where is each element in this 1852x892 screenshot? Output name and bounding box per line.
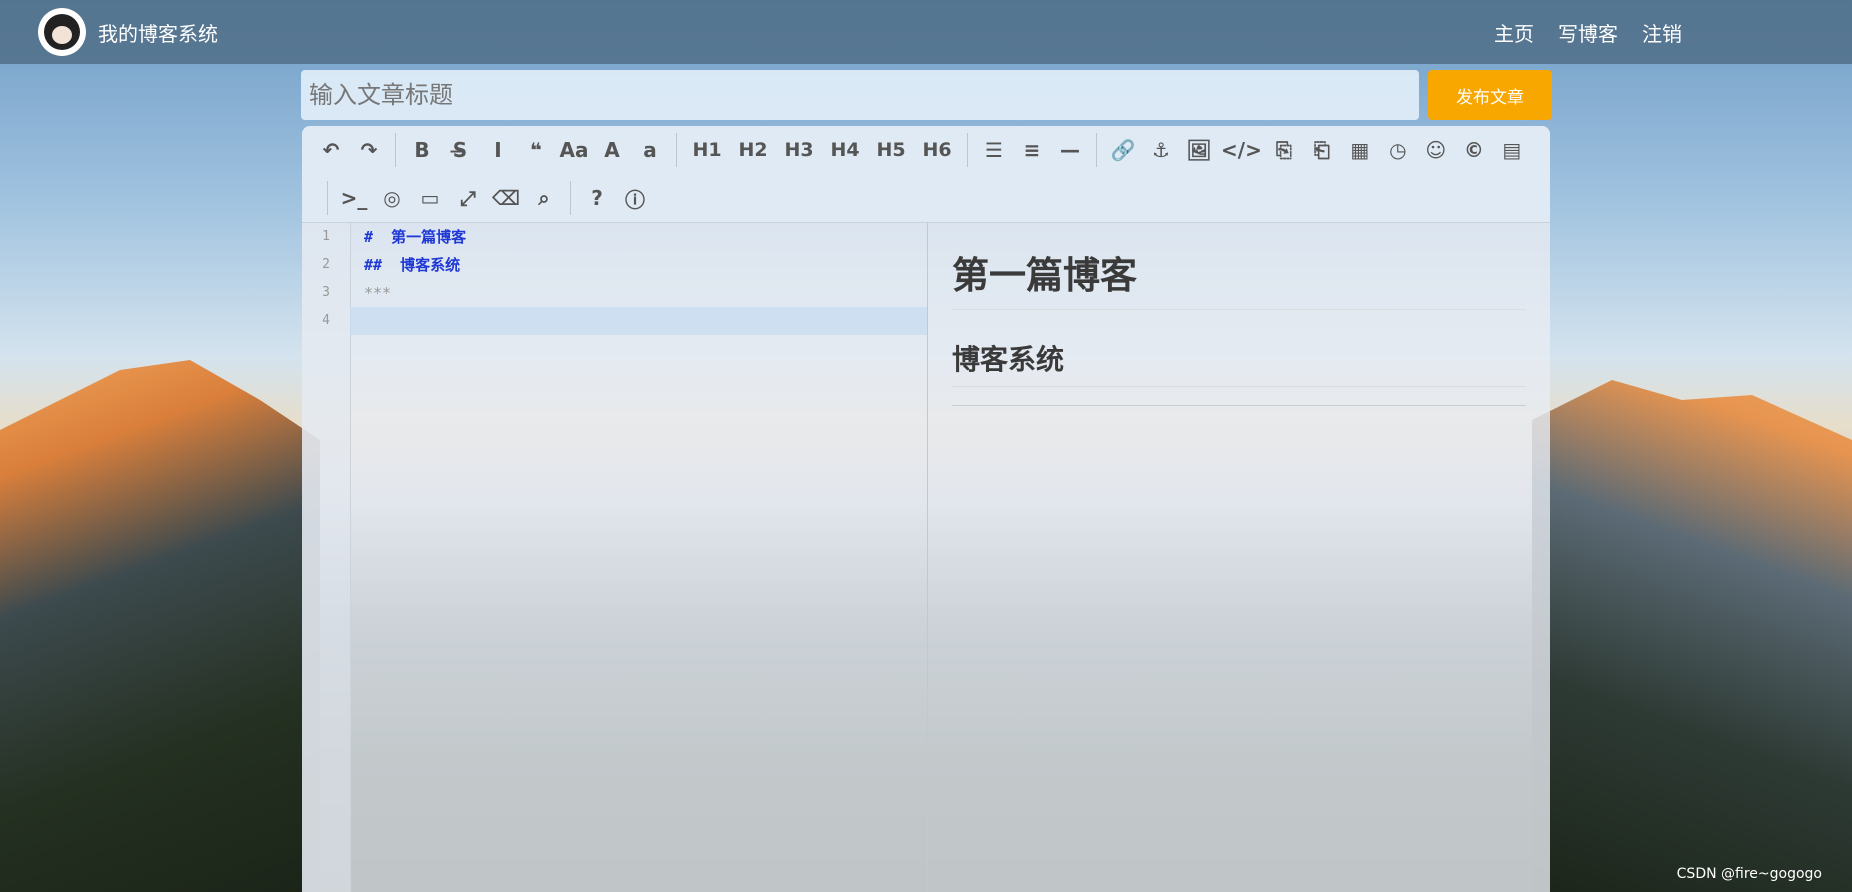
code-line[interactable]: ***: [350, 279, 927, 307]
nav-links: 主页 写博客 注销: [1494, 0, 1682, 64]
terminal-icon[interactable]: >_: [335, 182, 373, 214]
table-icon[interactable]: ▦: [1341, 134, 1379, 166]
watermark: CSDN @fire~gogogo: [1676, 866, 1822, 882]
toolbar-separator: [1096, 133, 1097, 167]
code-block-icon[interactable]: ⎘: [1265, 134, 1303, 166]
preview-horizontal-rule: [952, 405, 1526, 406]
unordered-list-icon[interactable]: ☰: [975, 134, 1013, 166]
strikethrough-icon[interactable]: S̶: [441, 134, 479, 166]
background-mountain-right: [1532, 380, 1852, 892]
html-entities-icon[interactable]: ©: [1455, 134, 1493, 166]
toolbar-separator: [570, 181, 571, 215]
desktop-preview-icon[interactable]: ▭: [411, 182, 449, 214]
avatar[interactable]: [38, 8, 86, 56]
h1-button[interactable]: H1: [684, 134, 730, 166]
line-number-gutter: 1 2 3 4: [302, 223, 351, 892]
background-mountain-left: [0, 360, 320, 892]
uppercase-icon[interactable]: Aa: [555, 134, 593, 166]
lowercase-icon[interactable]: a: [631, 134, 669, 166]
bold-icon[interactable]: B: [403, 134, 441, 166]
image-icon[interactable]: 🖼: [1180, 134, 1218, 166]
eraser-icon[interactable]: ⌫: [487, 182, 525, 214]
italic-icon[interactable]: I: [479, 134, 517, 166]
code-file-icon[interactable]: ⎗: [1303, 134, 1341, 166]
horizontal-rule-icon[interactable]: —: [1051, 134, 1089, 166]
quote-icon[interactable]: ❝: [517, 134, 555, 166]
search-icon[interactable]: ⌕: [525, 182, 563, 214]
hide-preview-icon[interactable]: ◎: [373, 182, 411, 214]
code-line[interactable]: ## 博客系统: [350, 251, 927, 279]
nav-link-home[interactable]: 主页: [1494, 18, 1534, 47]
h4-button[interactable]: H4: [822, 134, 868, 166]
emoji-icon[interactable]: ☺: [1417, 134, 1455, 166]
toolbar-row-1: ↶ ↷ B S̶ I ❝ Aa Aa H1 H2 H3 H4 H5 H6 ☰ ≡ — 🔗 ⚓ 🖼 </> ⎘ ⎗ ▦ ◷ ☺ © ▤: [312, 126, 1531, 174]
code-line-active[interactable]: [350, 307, 927, 335]
markdown-editor: ↶ ↷ B S̶ I ❝ Aa Aa H1 H2 H3 H4 H5 H6 ☰ ≡ — 🔗 ⚓ 🖼 </> ⎘ ⎗ ▦ ◷ ☺ © ▤ …: [302, 126, 1550, 892]
toolbar-separator: [676, 133, 677, 167]
line-number: 3: [322, 285, 330, 300]
redo-icon[interactable]: ↷: [350, 134, 388, 166]
code-lines[interactable]: # 第一篇博客 ## 博客系统 ***: [350, 223, 927, 335]
article-title-input[interactable]: [301, 70, 1419, 120]
info-icon[interactable]: ⓘ: [616, 182, 654, 214]
markdown-preview: 第一篇博客 博客系统: [928, 223, 1550, 892]
navbar: 我的博客系统 主页 写博客 注销: [0, 0, 1852, 64]
link-icon[interactable]: 🔗: [1104, 134, 1142, 166]
code-editor[interactable]: 1 2 3 4 # 第一篇博客 ## 博客系统 ***: [302, 223, 928, 892]
line-number: 2: [322, 257, 330, 272]
h5-button[interactable]: H5: [868, 134, 914, 166]
h3-button[interactable]: H3: [776, 134, 822, 166]
ordered-list-icon[interactable]: ≡: [1013, 134, 1051, 166]
line-number: 1: [322, 229, 330, 244]
brand-title: 我的博客系统: [98, 21, 218, 46]
h6-button[interactable]: H6: [914, 134, 960, 166]
title-row: 发布文章: [301, 70, 1552, 120]
publish-button[interactable]: 发布文章: [1428, 70, 1552, 120]
toolbar-separator: [327, 181, 328, 215]
pagebreak-icon[interactable]: ▤: [1493, 134, 1531, 166]
h2-button[interactable]: H2: [730, 134, 776, 166]
preview-heading-1: 第一篇博客: [952, 245, 1526, 310]
anchor-icon[interactable]: ⚓: [1142, 134, 1180, 166]
nav-link-logout[interactable]: 注销: [1642, 18, 1682, 47]
datetime-icon[interactable]: ◷: [1379, 134, 1417, 166]
line-number: 4: [322, 313, 330, 328]
code-line[interactable]: # 第一篇博客: [350, 223, 927, 251]
fullscreen-icon[interactable]: ⤢: [449, 182, 487, 214]
toolbar-row-2: >_ ◎ ▭ ⤢ ⌫ ⌕? ⓘ: [320, 174, 654, 222]
preview-heading-2: 博客系统: [952, 338, 1526, 387]
editor-toolbar: ↶ ↷ B S̶ I ❝ Aa Aa H1 H2 H3 H4 H5 H6 ☰ ≡ — 🔗 ⚓ 🖼 </> ⎘ ⎗ ▦ ◷ ☺ © ▤ …: [302, 126, 1550, 223]
help-icon[interactable]: ?: [578, 182, 616, 214]
code-icon[interactable]: </>: [1218, 134, 1265, 166]
undo-icon[interactable]: ↶: [312, 134, 350, 166]
nav-link-write-blog[interactable]: 写博客: [1558, 18, 1618, 47]
toolbar-separator: [395, 133, 396, 167]
font-size-icon[interactable]: A: [593, 134, 631, 166]
toolbar-separator: [967, 133, 968, 167]
